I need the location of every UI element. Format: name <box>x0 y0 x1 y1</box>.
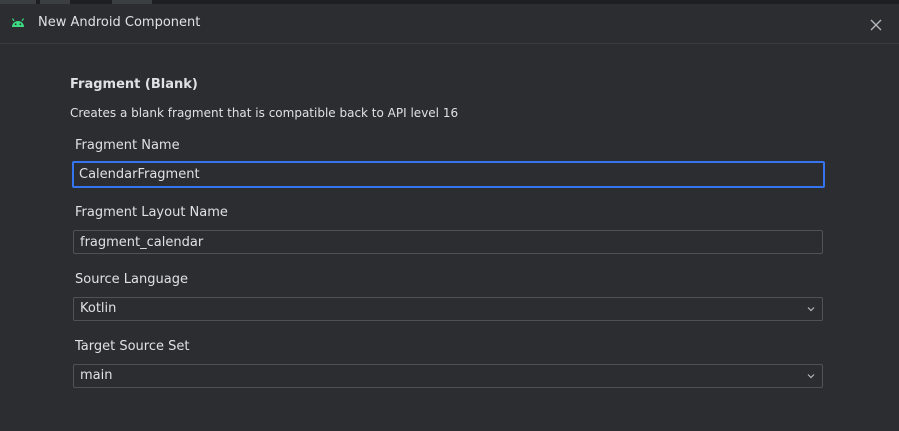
template-heading: Fragment (Blank) <box>70 77 198 92</box>
chevron-down-icon <box>807 307 815 312</box>
chevron-down-icon <box>807 374 815 379</box>
target-source-set-value: main <box>80 368 113 383</box>
source-language-value: Kotlin <box>80 301 117 316</box>
dialog-title: New Android Component <box>38 15 201 30</box>
source-language-select[interactable]: Kotlin <box>73 297 823 321</box>
fragment-name-label: Fragment Name <box>75 138 180 153</box>
target-source-set-label: Target Source Set <box>75 339 190 354</box>
layout-name-input[interactable] <box>73 230 823 254</box>
target-source-set-select[interactable]: main <box>73 364 823 388</box>
close-icon[interactable] <box>867 16 885 34</box>
template-description: Creates a blank fragment that is compati… <box>70 106 459 120</box>
source-language-label: Source Language <box>75 272 188 287</box>
layout-name-label: Fragment Layout Name <box>75 205 228 220</box>
android-icon <box>11 18 25 27</box>
dialog-content: Fragment (Blank) Creates a blank fragmen… <box>0 45 899 431</box>
dialog-titlebar: New Android Component <box>0 4 899 44</box>
fragment-name-input[interactable] <box>72 161 825 188</box>
